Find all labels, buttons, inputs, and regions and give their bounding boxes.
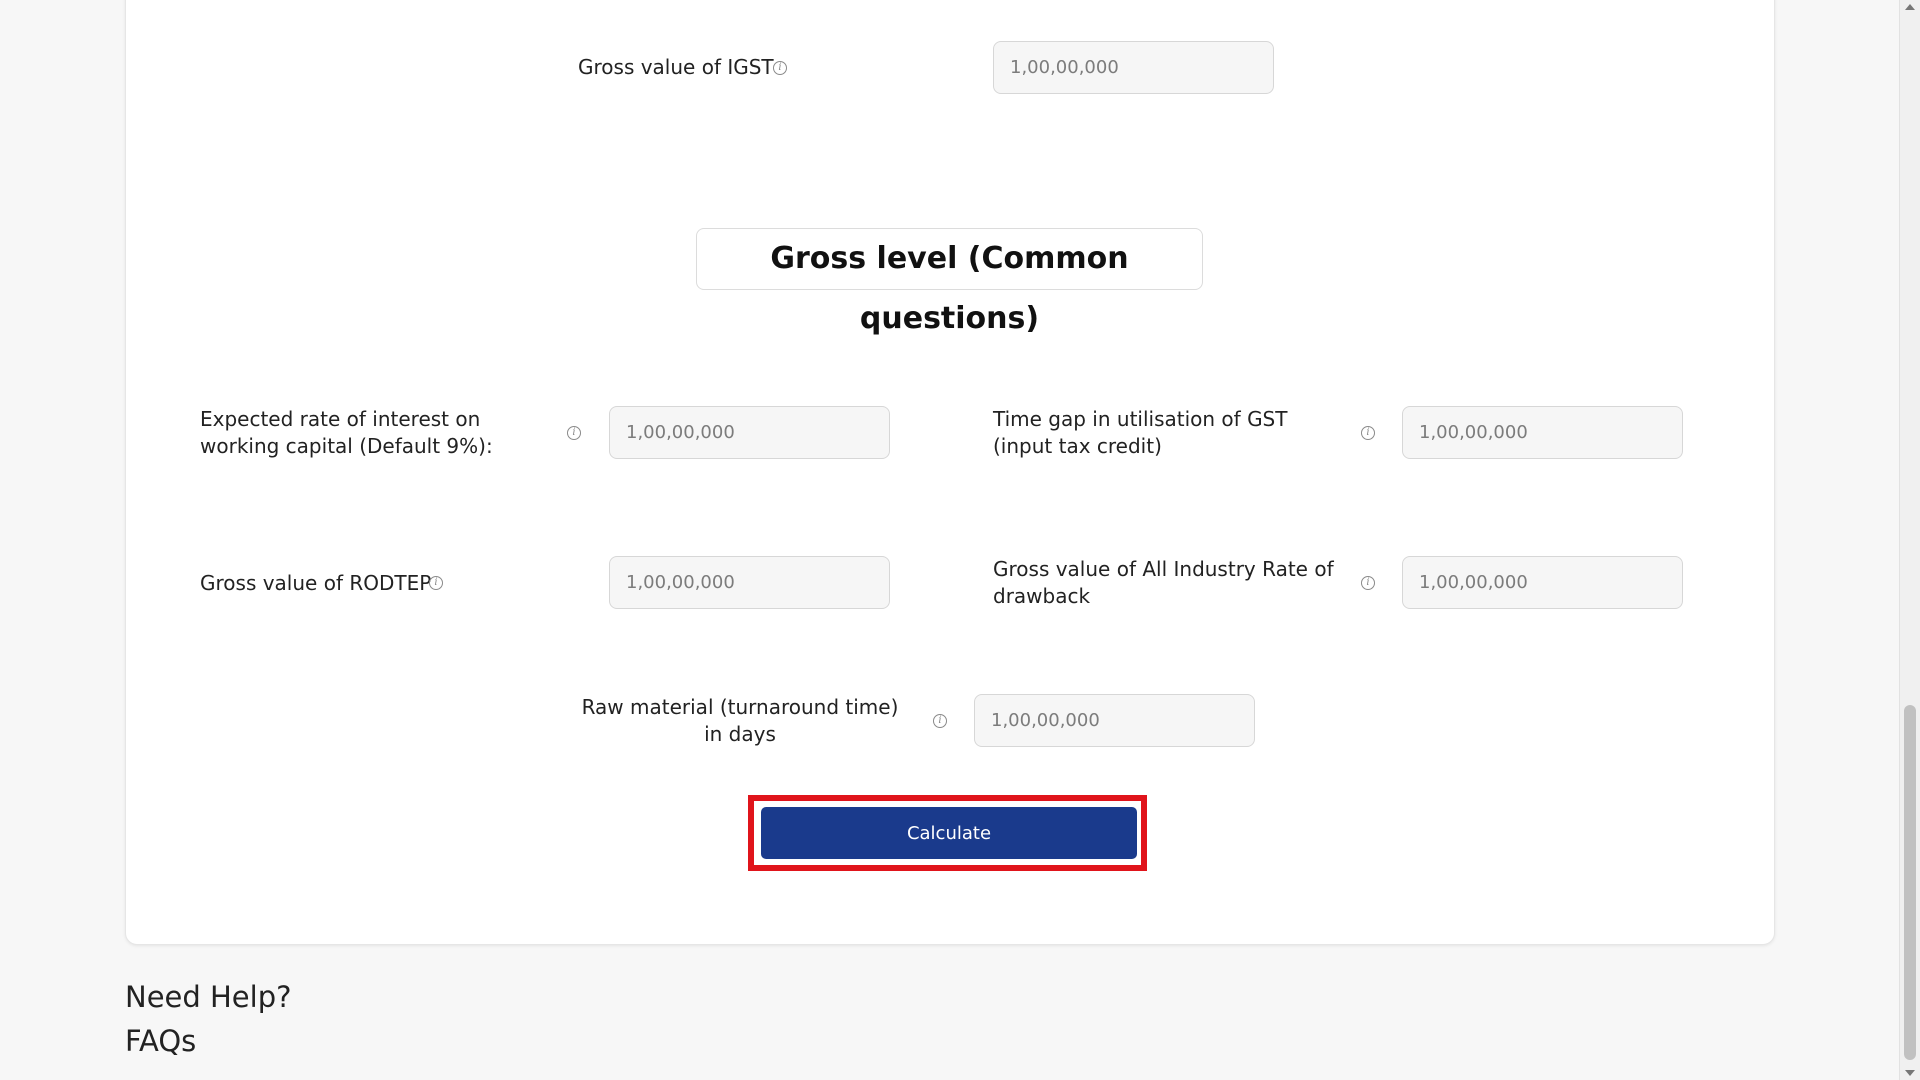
info-icon[interactable]: i: [773, 61, 787, 75]
raw-material-label: Raw material (turnaround time) in days: [581, 695, 899, 746]
rodtep-label: Gross value of RODTEP: [200, 571, 432, 595]
info-icon[interactable]: i: [1361, 576, 1375, 590]
calculate-button[interactable]: Calculate: [761, 807, 1137, 859]
igst-input[interactable]: [993, 41, 1274, 94]
need-help-heading: Need Help?: [125, 980, 292, 1014]
scrollbar-thumb[interactable]: [1904, 705, 1916, 1060]
interest-rate-label: Expected rate of interest on working cap…: [200, 407, 493, 458]
rodtep-input[interactable]: [609, 556, 890, 609]
faqs-link[interactable]: FAQs: [125, 1024, 196, 1058]
info-icon[interactable]: i: [933, 714, 947, 728]
interest-rate-input[interactable]: [609, 406, 890, 459]
drawback-label: Gross value of All Industry Rate of draw…: [993, 557, 1334, 608]
gst-time-gap-input[interactable]: [1402, 406, 1683, 459]
scroll-down-arrow-icon[interactable]: [1905, 1070, 1915, 1076]
section-title: Gross level (Common questions): [696, 228, 1203, 336]
raw-material-input[interactable]: [974, 694, 1255, 747]
igst-label: Gross value of IGST: [578, 55, 774, 79]
info-icon[interactable]: i: [1361, 426, 1375, 440]
page-scrollbar[interactable]: [1899, 0, 1920, 1080]
gst-time-gap-label: Time gap in utilisation of GST (input ta…: [993, 407, 1288, 458]
info-icon[interactable]: i: [429, 576, 443, 590]
scroll-up-arrow-icon[interactable]: [1905, 4, 1915, 10]
drawback-input[interactable]: [1402, 556, 1683, 609]
info-icon[interactable]: i: [567, 426, 581, 440]
